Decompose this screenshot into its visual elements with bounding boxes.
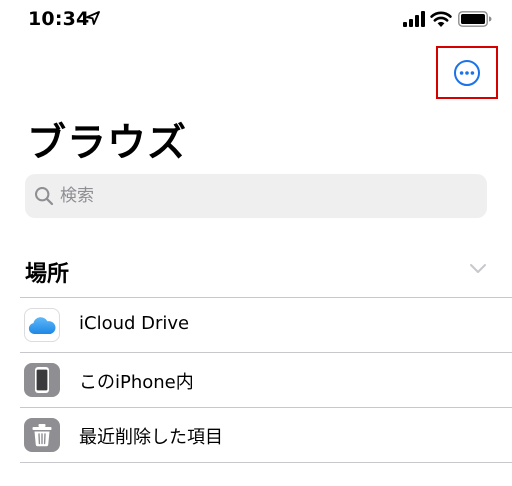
iphone-icon-tile (24, 363, 60, 397)
iphone-icon (35, 367, 49, 393)
trash-icon (32, 424, 52, 447)
location-item-recently-deleted[interactable]: 最近削除した項目 (0, 408, 512, 462)
location-arrow-icon (86, 11, 100, 25)
icloud-icon-tile (24, 308, 60, 342)
chevron-down-icon[interactable] (467, 262, 489, 276)
search-bar[interactable] (25, 174, 487, 218)
more-options-button[interactable] (436, 46, 498, 99)
files-browse-screen: 10:34 ブラウズ 検索 場所 iCloud Drive このiPhone内 … (0, 0, 512, 486)
location-item-label: iCloud Drive (79, 313, 190, 334)
status-bar: 10:34 (0, 0, 512, 40)
trash-icon-tile (24, 418, 60, 452)
cellular-signal-icon (403, 11, 425, 27)
location-item-on-my-iphone[interactable]: このiPhone内 (0, 353, 512, 407)
status-time: 10:34 (28, 8, 90, 30)
ellipsis-circle-icon (454, 59, 480, 86)
location-item-icloud-drive[interactable]: iCloud Drive (0, 298, 512, 352)
search-input[interactable] (60, 186, 460, 206)
location-item-label: 最近削除した項目 (79, 427, 223, 448)
location-item-label: このiPhone内 (79, 372, 194, 393)
search-icon (35, 187, 54, 206)
wifi-icon (430, 11, 452, 27)
icloud-icon (28, 317, 56, 334)
battery-icon (458, 11, 492, 27)
page-title: ブラウズ (27, 121, 188, 166)
list-divider (20, 462, 512, 463)
locations-section-title: 場所 (25, 262, 70, 287)
